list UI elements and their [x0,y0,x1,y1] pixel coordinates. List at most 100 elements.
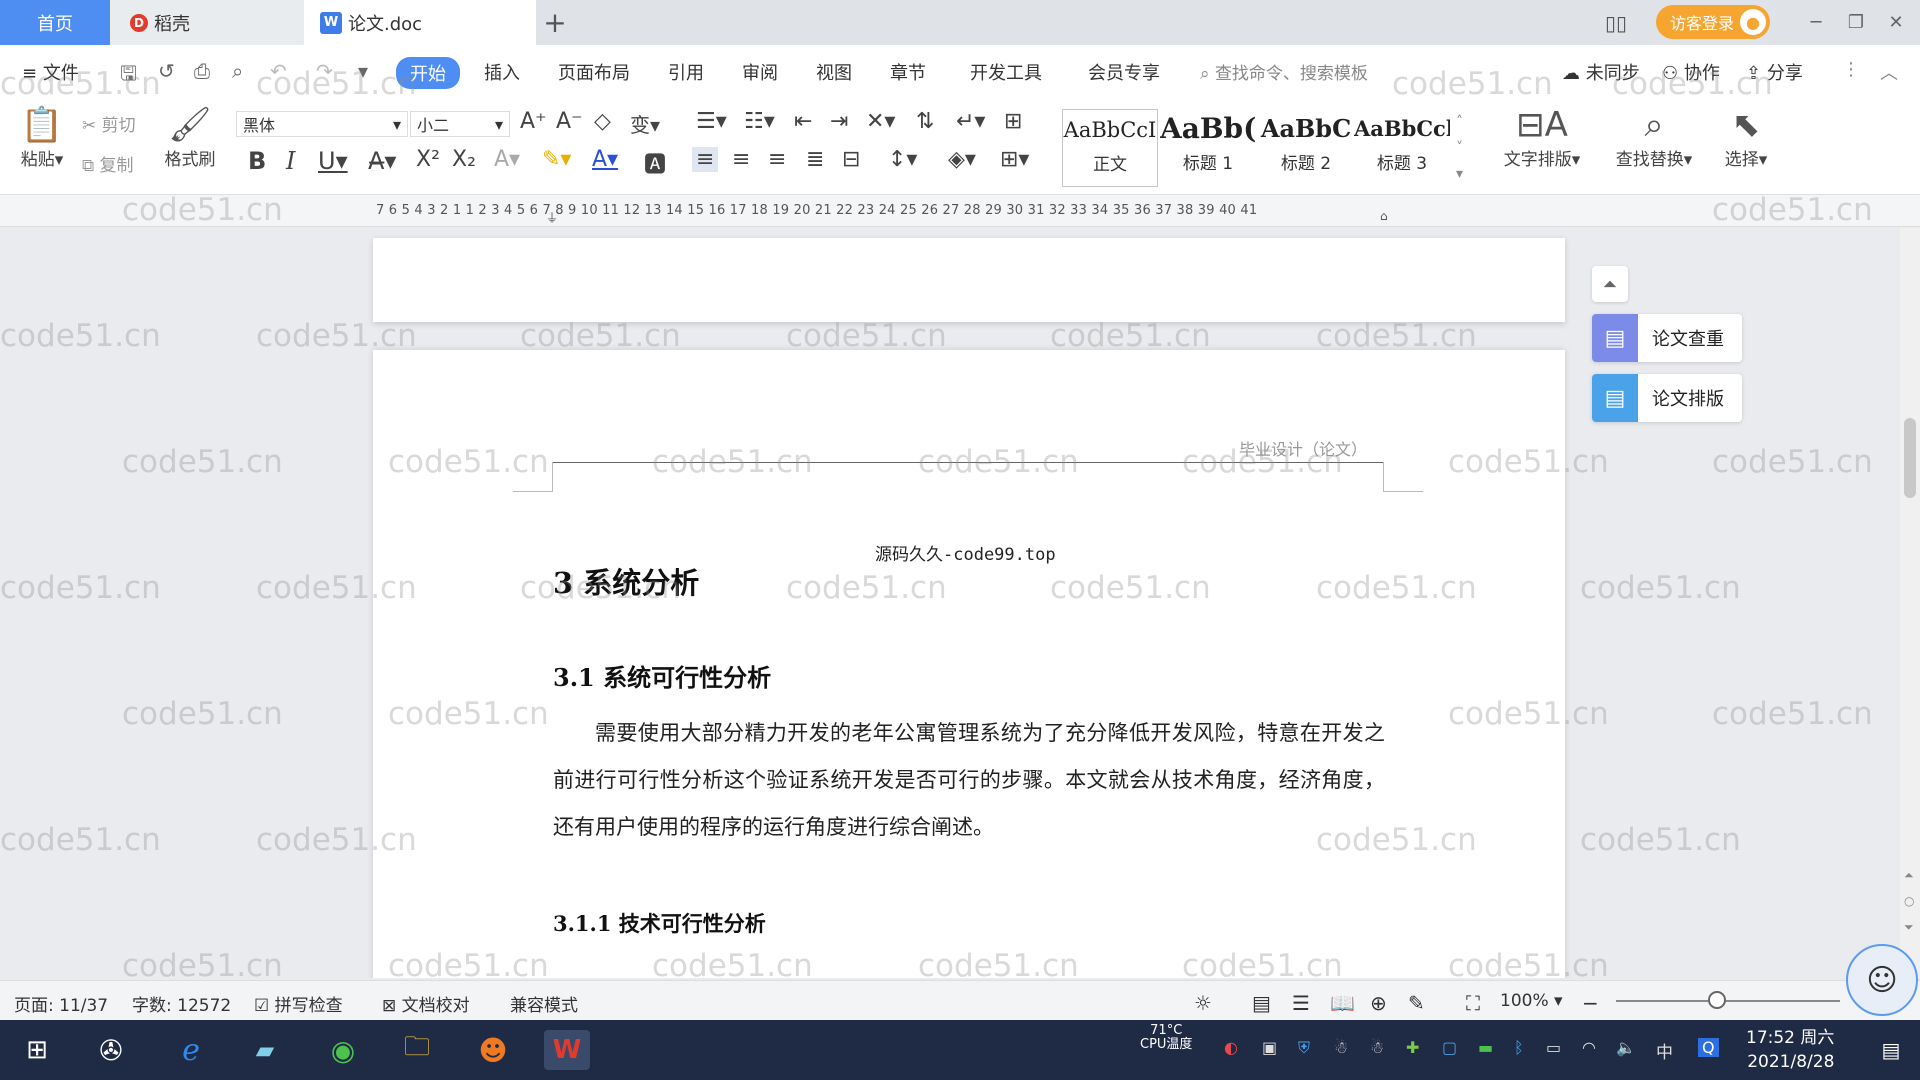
tab-document[interactable]: W 论文.doc [304,0,536,45]
guest-login-button[interactable]: 访客登录 ● [1656,5,1771,39]
strikethrough-icon[interactable]: A̶▾ [368,147,396,175]
style-normal[interactable]: AaBbCcI 正文 [1062,109,1158,187]
save-icon[interactable]: 🖫 [120,59,137,93]
borders-icon[interactable]: ⊞▾ [1000,147,1029,172]
font-color-icon[interactable]: A▾ [592,147,618,172]
subscript-icon[interactable]: X₂ [452,147,476,172]
bold-icon[interactable]: B [248,147,266,175]
cut-button[interactable]: ✂ 剪切 [82,111,136,136]
scroll-prev-page-icon[interactable]: ⏶ [1904,868,1914,883]
print-preview-icon[interactable]: ⌕ [232,59,243,83]
tray-qq-icon[interactable]: ☃ [1334,1038,1348,1057]
doc-proof-button[interactable]: ⊠ 文档校对 [382,991,470,1016]
select-button[interactable]: ⬉ 选择▾ [1716,105,1776,170]
outline-view-icon[interactable]: ☰ [1292,991,1310,1015]
highlight-icon[interactable]: ✎▾ [542,147,571,172]
green-browser-icon[interactable]: ◉ [320,1030,366,1070]
tray-remote-icon[interactable]: ▣ [1262,1038,1277,1057]
tab-review[interactable]: 审阅 [742,59,778,85]
layout-toggle-icon[interactable]: ▯▯ [1600,0,1632,45]
show-hide-marks-icon[interactable]: ↵▾ [956,109,985,134]
format-painter-button[interactable]: 🖌 格式刷 [160,105,220,170]
sort-icon[interactable]: ⇅ [916,109,934,134]
zoom-slider-knob[interactable] [1708,991,1726,1009]
ime-indicator[interactable]: 中 [1656,1038,1673,1063]
find-replace-button[interactable]: ⌕ 查找替换▾ [1606,105,1702,170]
page-view-icon[interactable]: ▤ [1252,991,1271,1015]
styles-scroll-icon[interactable]: ˄ ˅ ▾ [1456,109,1463,187]
volume-icon[interactable]: 🔈 [1616,1038,1636,1057]
fan-app-icon[interactable]: ✇ [88,1030,134,1070]
word-count[interactable]: 字数: 12572 [132,991,231,1016]
tab-page-layout[interactable]: 页面布局 [558,59,630,85]
document-page[interactable]: 毕业设计（论文） 源码久久-code99.top 3 系统分析 3.1 系统可行… [373,350,1565,978]
notification-center-icon[interactable]: ▤ [1868,1030,1914,1070]
ie-browser-icon[interactable]: ℯ [168,1030,214,1070]
tab-member[interactable]: 会员专享 [1088,59,1160,85]
spell-check-button[interactable]: ☑ 拼写检查 [254,991,343,1016]
fit-page-icon[interactable]: ⛶ [1466,991,1480,1015]
bullet-list-icon[interactable]: ☰▾ [696,109,727,134]
zoom-slider-track[interactable] [1616,1000,1840,1002]
vertical-scrollbar[interactable]: ⏶ ○ ⏷ [1900,228,1920,978]
more-options-icon[interactable]: ⋮ [1842,59,1860,80]
collapse-ribbon-icon[interactable]: ︿ [1880,59,1898,85]
tray-plus-icon[interactable]: ✚ [1406,1038,1419,1057]
horizontal-ruler[interactable]: 7 6 5 4 3 2 1 1 2 3 4 5 6 7 8 9 10 11 12… [0,195,1920,227]
share-button[interactable]: ⇪ 分享 [1746,59,1803,85]
web-view-icon[interactable]: ⊕ [1370,991,1387,1015]
right-indent-marker-icon[interactable]: ⌂ [1380,209,1388,223]
tab-insert[interactable]: 插入 [484,59,520,85]
windows-start-icon[interactable]: ⊞ [14,1030,60,1070]
tray-qq2-icon[interactable]: ☃ [1370,1038,1384,1057]
align-right-icon[interactable]: ≡ [768,147,786,172]
tray-q-icon[interactable]: Q [1698,1038,1719,1057]
tray-nvidia-icon[interactable]: ▬ [1478,1038,1493,1057]
tab-references[interactable]: 引用 [668,59,704,85]
tab-developer[interactable]: 开发工具 [970,59,1042,85]
file-explorer-icon[interactable]: 🗀 [394,1030,440,1070]
page-indicator[interactable]: 页面: 11/37 [14,991,108,1016]
thesis-format-button[interactable]: ▤ 论文排版 [1592,374,1742,422]
zoom-out-icon[interactable]: − [1582,991,1599,1015]
restore-icon[interactable]: ❐ [1836,0,1876,45]
distributed-align-icon[interactable]: ⊟ [842,147,860,172]
plagiarism-check-button[interactable]: ▤ 论文查重 [1592,314,1742,362]
tab-chapter[interactable]: 章节 [890,59,926,85]
close-icon[interactable]: ✕ [1876,0,1916,45]
paste-button[interactable]: 📋 粘贴▾ [14,105,70,170]
notebook-app-icon[interactable]: ▰ [242,1030,288,1070]
tab-stops-icon[interactable]: ⊞ [1004,109,1022,134]
wifi-icon[interactable]: ◠ [1582,1038,1596,1057]
battery-icon[interactable]: ▭ [1546,1038,1561,1057]
copy-button[interactable]: ⧉ 复制 [82,151,134,176]
align-center-icon[interactable]: ≡ [732,147,750,172]
customize-quick-access-icon[interactable]: ▾ [358,59,368,83]
zoom-level[interactable]: 100% ▾ [1500,991,1563,1011]
side-panel-collapse-icon[interactable]: ⏶ [1592,266,1628,302]
style-heading-1[interactable]: AaBb( 标题 1 [1160,109,1256,187]
decrease-font-icon[interactable]: A⁻ [556,109,583,134]
char-border-icon[interactable]: 🅰 [644,147,666,179]
undo-icon[interactable]: ↶ [270,59,287,83]
indent-marker-icon[interactable]: ⏚ [546,209,558,226]
justify-icon[interactable]: ≣ [806,147,824,172]
cloud-save-icon[interactable]: ↺ [158,59,175,83]
increase-font-icon[interactable]: A⁺ [520,109,547,134]
eye-protect-icon[interactable]: ☼ [1194,991,1212,1015]
tray-app-icon[interactable]: ◐ [1224,1038,1238,1057]
tab-start[interactable]: 开始 [396,57,460,89]
decrease-indent-icon[interactable]: ⇤ [794,109,812,134]
write-mode-icon[interactable]: ✎ [1408,991,1425,1015]
command-search[interactable]: ⌕ 查找命令、搜索模板 [1200,59,1368,84]
italic-icon[interactable]: I [286,147,295,175]
sync-status-button[interactable]: ☁ 未同步 [1562,59,1640,85]
print-icon[interactable]: ⎙ [194,59,210,83]
file-menu[interactable]: ≡ 文件 [22,59,79,85]
scrollbar-thumb[interactable] [1904,418,1916,498]
tab-home[interactable]: 首页 [0,0,110,45]
read-view-icon[interactable]: 📖 [1330,991,1355,1015]
font-size-select[interactable]: 小二 ▾ [410,111,510,137]
cpu-temperature[interactable]: 71°C CPU温度 [1140,1024,1192,1052]
text-effect-icon[interactable]: A▾ [494,147,520,172]
